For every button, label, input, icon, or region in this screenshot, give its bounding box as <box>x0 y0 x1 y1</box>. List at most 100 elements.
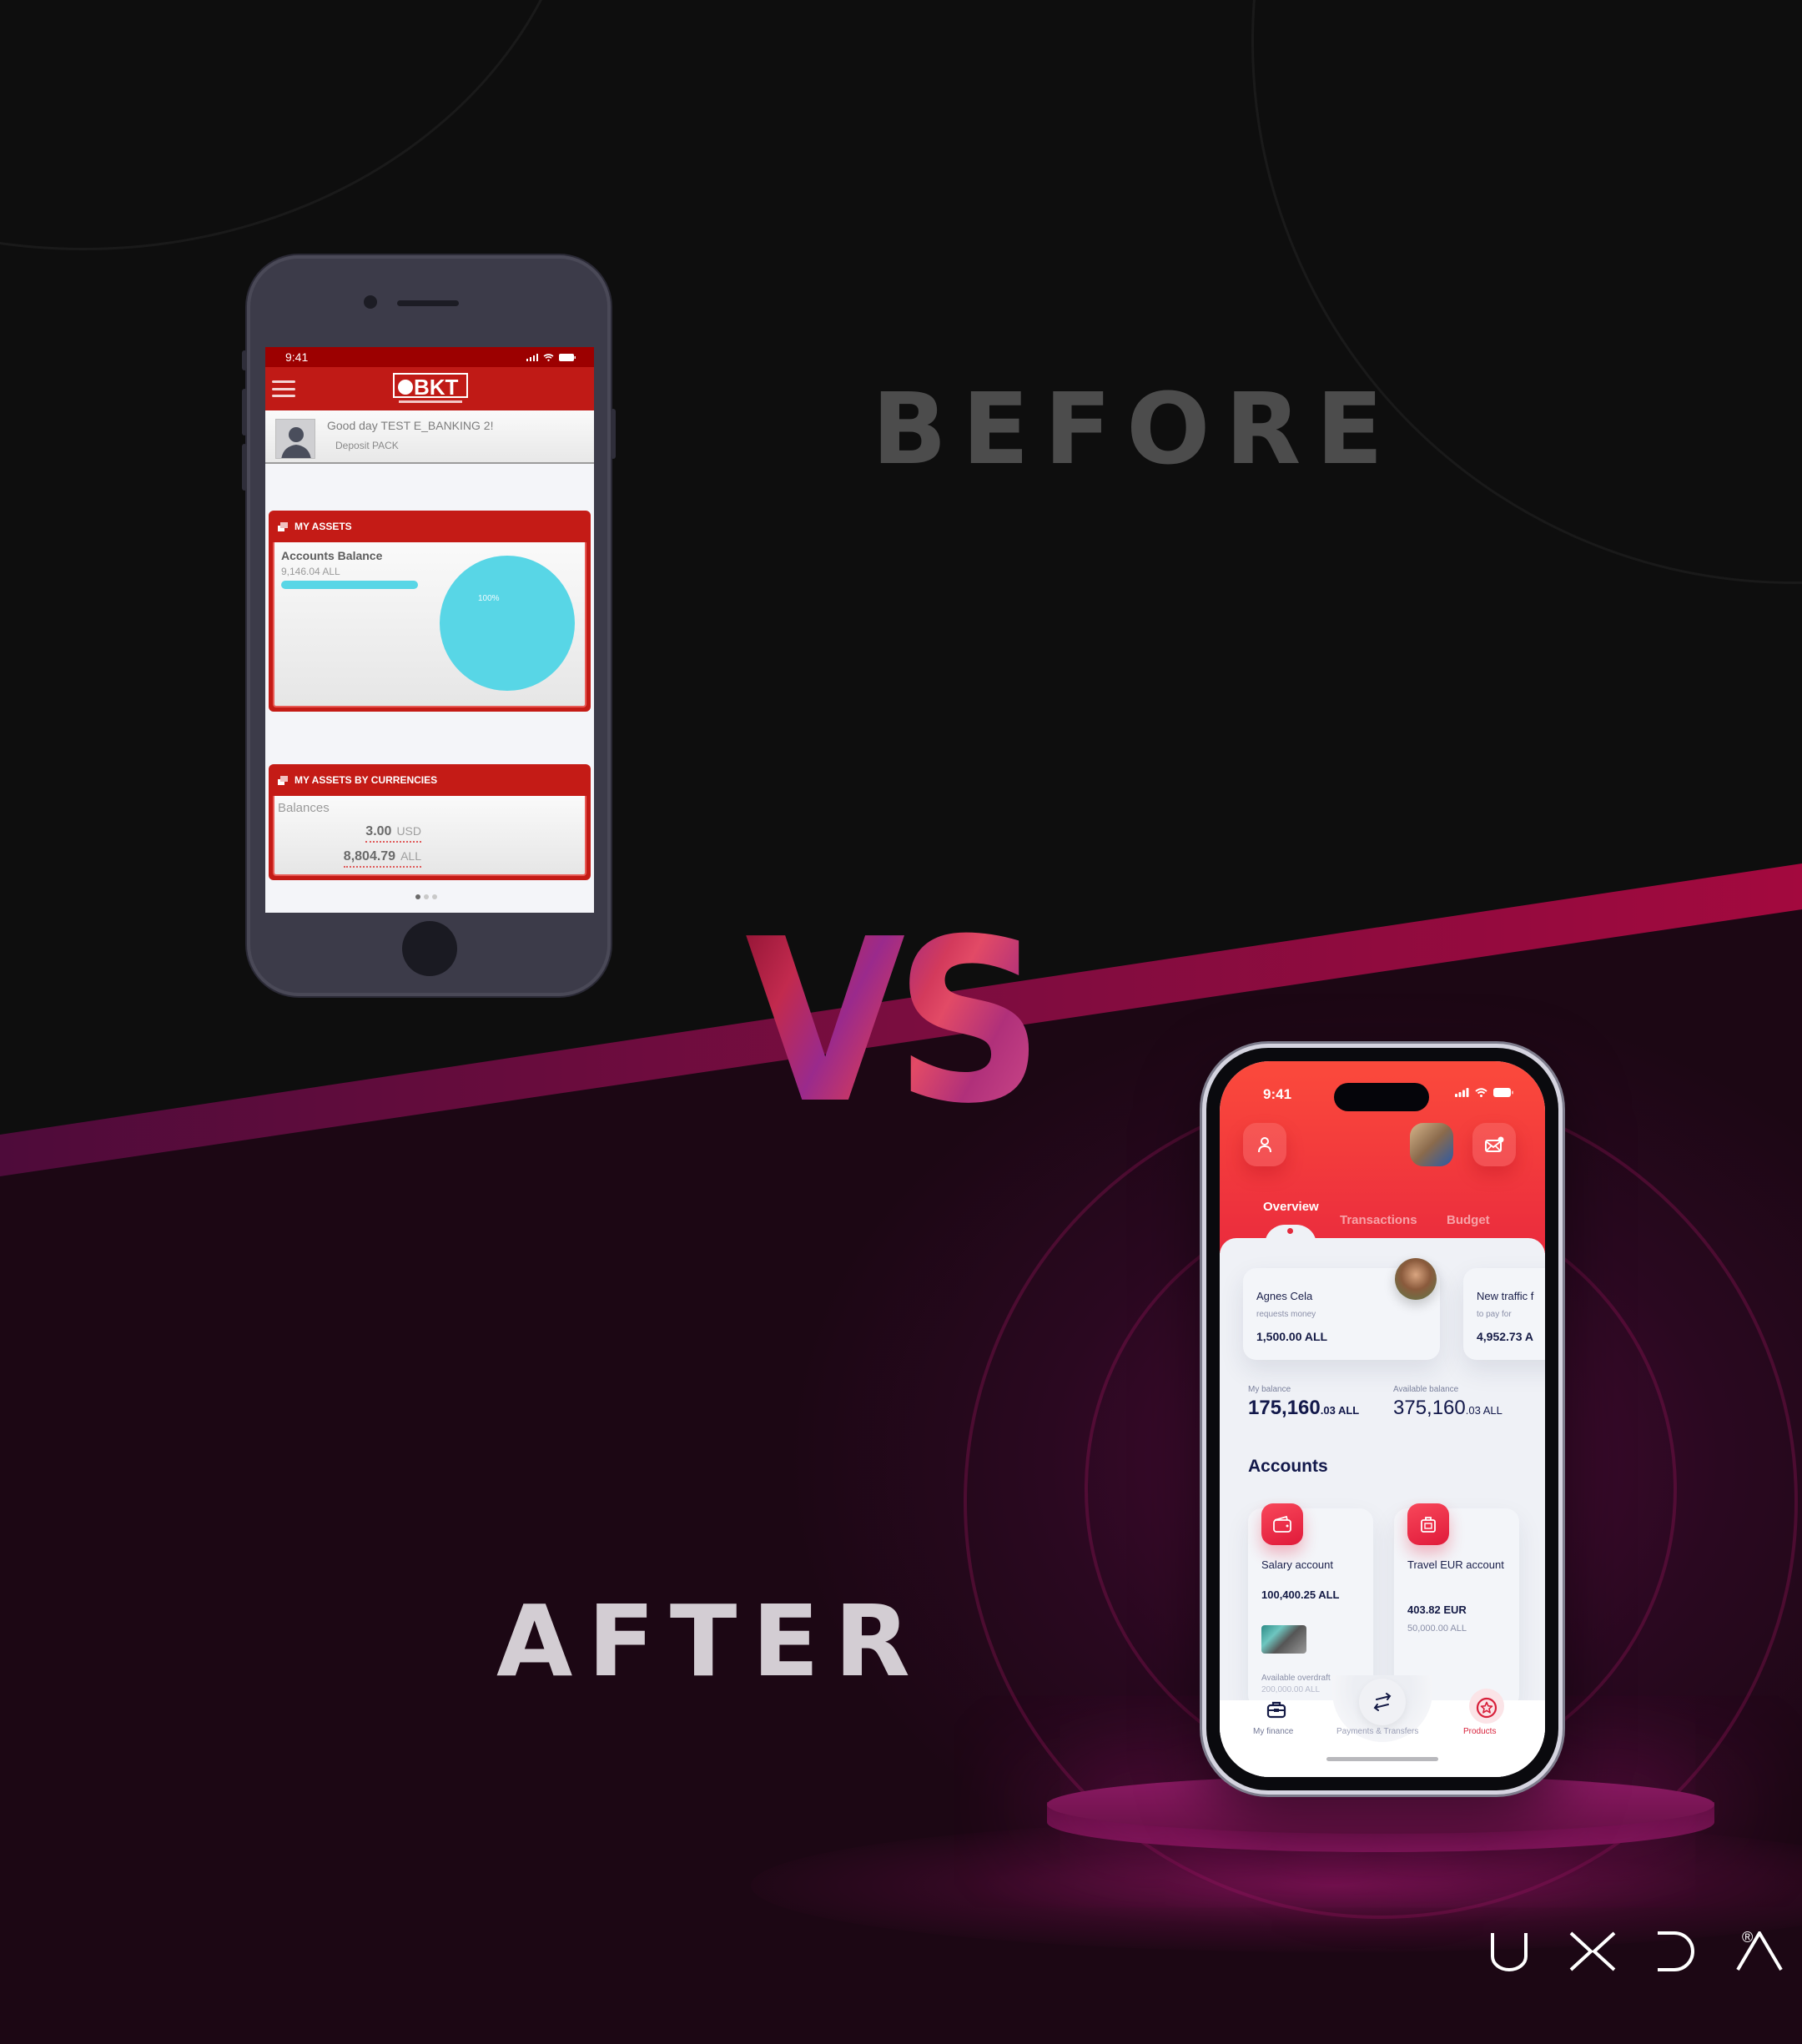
versus-heading: VS <box>745 890 1044 1153</box>
card-title: MY ASSETS BY CURRENCIES <box>294 774 438 786</box>
mail-notification-icon <box>1485 1136 1504 1152</box>
balance-amount: 3.00 <box>365 824 392 838</box>
payments-transfers-button[interactable] <box>1359 1679 1406 1725</box>
active-tab-dot <box>1287 1228 1293 1234</box>
overdraft-label: Available overdraft <box>1261 1674 1331 1683</box>
phone-side-button <box>611 409 616 459</box>
package-name: Deposit PACK <box>335 440 399 451</box>
request-subtitle: to pay for <box>1477 1310 1512 1319</box>
greeting-panel: Good day TEST E_BANKING 2! Deposit PACK <box>265 410 594 464</box>
request-name: Agnes Cela <box>1256 1290 1313 1302</box>
nav-my-finance[interactable]: My finance <box>1253 1727 1293 1736</box>
nav-products[interactable]: Products <box>1463 1727 1496 1736</box>
balance-main: 175,160 <box>1248 1397 1321 1419</box>
page-dot[interactable] <box>415 894 420 899</box>
battery-icon <box>1493 1088 1513 1097</box>
before-heading: BEFORE <box>872 371 1398 486</box>
available-balance-value: 375,160.03 ALL <box>1393 1397 1503 1420</box>
avatar[interactable] <box>275 419 315 459</box>
messages-button[interactable] <box>1472 1123 1516 1166</box>
status-time: 9:41 <box>285 350 309 364</box>
tab-overview[interactable]: Overview <box>1263 1200 1319 1214</box>
request-name: New traffic f <box>1477 1290 1534 1302</box>
overdraft-value: 200,000.00 ALL <box>1261 1685 1321 1694</box>
greeting-text: Good day TEST E_BANKING 2! <box>327 419 494 432</box>
my-balance-value: 175,160.03 ALL <box>1248 1397 1359 1420</box>
card-body: Accounts Balance 9,146.04 ALL 100% <box>273 542 586 707</box>
accounts-balance-label: Accounts Balance <box>281 549 383 562</box>
wifi-icon <box>543 353 554 361</box>
nav-payments-transfers[interactable]: Payments & Transfers <box>1336 1727 1418 1736</box>
svg-text:BKT: BKT <box>414 375 459 400</box>
pie-label: 100% <box>478 594 500 603</box>
signal-icon <box>1455 1088 1469 1097</box>
wifi-icon <box>1475 1088 1487 1097</box>
signal-icon <box>526 353 538 361</box>
page-indicator[interactable] <box>415 894 437 899</box>
my-assets-card: MY ASSETS Accounts Balance 9,146.04 ALL … <box>269 511 591 712</box>
promo-thumbnail[interactable] <box>1410 1123 1453 1166</box>
phone-side-button <box>242 350 247 370</box>
tab-transactions[interactable]: Transactions <box>1340 1213 1417 1227</box>
suitcase-icon <box>1407 1503 1449 1545</box>
account-amount: 403.82 EUR <box>1407 1603 1467 1616</box>
currency-balance-row[interactable]: 3.00 USD <box>365 824 421 843</box>
page-dot[interactable] <box>424 894 429 899</box>
page-dot[interactable] <box>432 894 437 899</box>
avatar <box>1395 1258 1437 1300</box>
tab-budget[interactable]: Budget <box>1447 1213 1490 1227</box>
home-button[interactable] <box>402 921 457 976</box>
balance-bar <box>281 581 418 589</box>
pie-slice <box>440 556 575 691</box>
old-app-screen: 9:41 BKT Good day TEST E_BANKING 2! Depo… <box>265 347 594 913</box>
home-indicator <box>1326 1757 1438 1761</box>
balance-main: 375,160 <box>1393 1397 1466 1419</box>
card-title: MY ASSETS <box>294 521 352 532</box>
wallet-icon <box>1261 1503 1303 1545</box>
battery-icon <box>559 353 576 361</box>
currency-balance-row[interactable]: 8,804.79 ALL <box>343 849 421 868</box>
account-secondary-amount: 50,000.00 ALL <box>1407 1624 1467 1634</box>
accounts-balance-value: 9,146.04 ALL <box>281 566 340 577</box>
status-time: 9:41 <box>1263 1086 1292 1102</box>
balance-amount: 8,804.79 <box>343 849 396 863</box>
card-header: MY ASSETS BY CURRENCIES <box>273 764 586 796</box>
phone-side-button <box>242 444 247 491</box>
new-phone-frame: 9:41 Overview Transactions Budget Agnes … <box>1206 1048 1558 1790</box>
bank-card-thumbnail[interactable] <box>1261 1625 1306 1654</box>
account-name: Salary account <box>1261 1558 1333 1571</box>
star-badge-icon[interactable] <box>1476 1697 1497 1719</box>
status-icons <box>1455 1088 1513 1097</box>
camera-icon <box>364 295 377 309</box>
logo-letter-u <box>1491 1933 1528 1971</box>
card-body: Balances 3.00 USD 8,804.79 ALL <box>273 796 586 876</box>
request-subtitle: requests money <box>1256 1310 1316 1319</box>
logo-letter-x <box>1569 1931 1616 1971</box>
assets-by-currencies-card: MY ASSETS BY CURRENCIES Balances 3.00 US… <box>269 764 591 880</box>
after-heading: AFTER <box>496 1583 925 1699</box>
accounts-heading: Accounts <box>1248 1457 1328 1476</box>
money-request-card[interactable]: New traffic f to pay for 4,952.73 A <box>1463 1268 1545 1360</box>
logo-letter-d <box>1658 1931 1694 1971</box>
old-phone-frame: 9:41 BKT Good day TEST E_BANKING 2! Depo… <box>242 255 616 996</box>
dynamic-island <box>1334 1083 1429 1111</box>
request-amount: 4,952.73 A <box>1477 1330 1533 1343</box>
hamburger-menu-icon[interactable] <box>272 380 295 397</box>
profile-button[interactable] <box>1243 1123 1286 1166</box>
user-icon <box>1258 1137 1271 1153</box>
app-bar: BKT <box>265 367 594 410</box>
phone-side-button <box>242 389 247 435</box>
briefcase-icon[interactable] <box>1266 1700 1286 1719</box>
stack-icon <box>278 775 288 785</box>
transfer-arrows-icon <box>1373 1693 1392 1711</box>
account-amount: 100,400.25 ALL <box>1261 1588 1340 1601</box>
new-app-screen: 9:41 Overview Transactions Budget Agnes … <box>1220 1061 1545 1777</box>
uxda-logo <box>1489 1931 1783 1971</box>
balance-currency: USD <box>396 824 421 838</box>
registered-mark: ® <box>1742 1929 1754 1946</box>
assets-pie-chart[interactable] <box>440 556 575 691</box>
account-name: Travel EUR account <box>1407 1558 1504 1571</box>
bkt-logo: BKT <box>393 373 468 403</box>
balance-cents: .03 ALL <box>1465 1404 1503 1417</box>
balance-currency: ALL <box>400 849 421 863</box>
